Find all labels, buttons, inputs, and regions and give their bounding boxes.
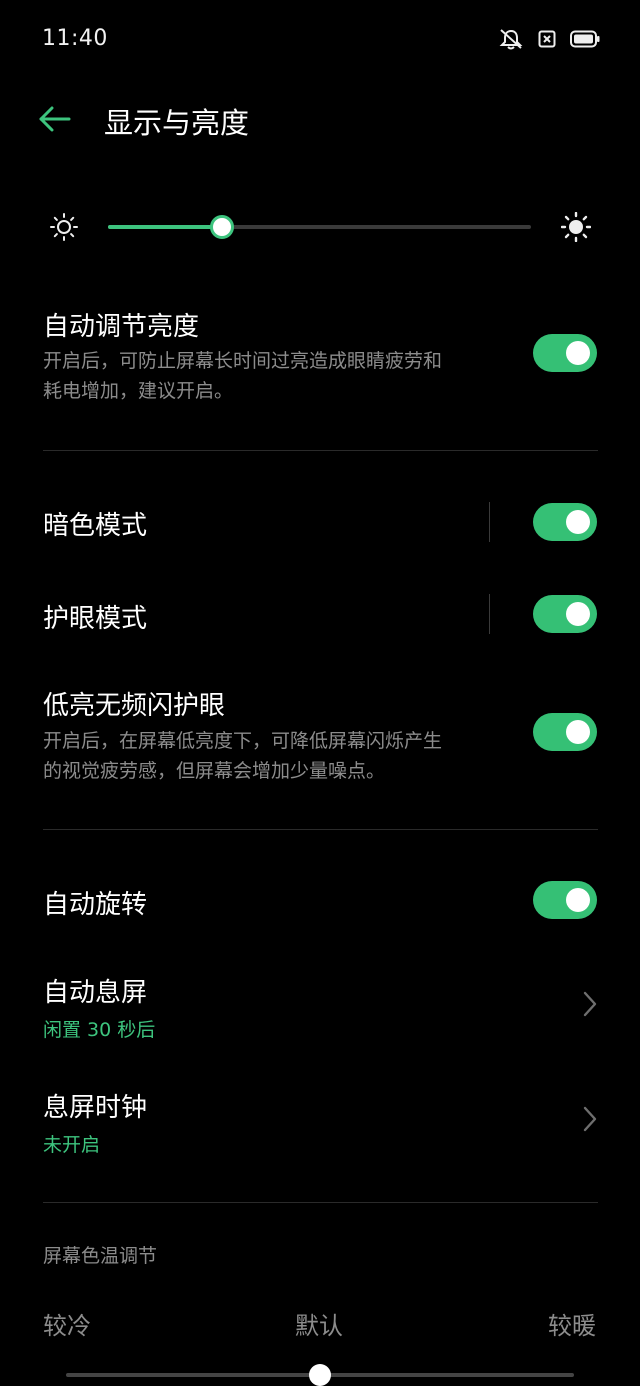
screen-timeout-title[interactable]: 自动息屏 — [43, 972, 147, 1009]
brightness-slider[interactable] — [108, 215, 531, 239]
color-temp-warm-label: 较暖 — [548, 1312, 596, 1340]
auto-brightness-title: 自动调节亮度 — [43, 312, 200, 342]
color-temp-section-title: 屏幕色温调节 — [43, 1245, 158, 1267]
color-temp-knob[interactable] — [309, 1364, 331, 1386]
dark-mode-title: 暗色模式 — [43, 511, 148, 541]
auto-rotate-toggle[interactable] — [533, 881, 597, 919]
dc-dimming-desc-2: 的视觉疲劳感，但屏幕会增加少量噪点。 — [43, 760, 386, 782]
divider — [43, 450, 598, 451]
back-arrow-icon[interactable] — [38, 104, 72, 134]
sun-large-icon — [561, 212, 591, 242]
brightness-knob[interactable] — [210, 215, 235, 239]
dc-dimming-desc-1: 开启后，在屏幕低亮度下，可降低屏幕闪烁产生 — [43, 730, 443, 752]
screen-timeout-value: 闲置 30 秒后 — [43, 1019, 156, 1041]
auto-brightness-desc-1: 开启后，可防止屏幕长时间过亮造成眼睛疲劳和 — [43, 350, 443, 372]
dc-dimming-toggle[interactable] — [533, 713, 597, 751]
color-temp-slider[interactable] — [66, 1364, 574, 1386]
dark-mode-toggle[interactable] — [533, 503, 597, 541]
auto-rotate-title: 自动旋转 — [43, 890, 148, 920]
sun-small-icon — [50, 213, 78, 241]
vertical-divider — [489, 594, 490, 634]
auto-brightness-toggle[interactable] — [533, 334, 597, 372]
eye-care-title: 护眼模式 — [43, 604, 148, 634]
status-time: 11:40 — [42, 26, 108, 51]
mute-icon — [499, 29, 523, 50]
auto-brightness-desc-2: 耗电增加，建议开启。 — [43, 380, 234, 402]
eye-care-toggle[interactable] — [533, 595, 597, 633]
chevron-right-icon[interactable] — [580, 1104, 600, 1134]
divider — [43, 829, 598, 830]
dc-dimming-title: 低亮无频闪护眼 — [43, 691, 226, 721]
divider — [43, 1202, 598, 1203]
sim-icon — [538, 30, 556, 48]
vertical-divider — [489, 502, 490, 542]
chevron-right-icon[interactable] — [580, 989, 600, 1019]
color-temp-default-label: 默认 — [295, 1312, 343, 1340]
color-temp-cold-label: 较冷 — [43, 1312, 91, 1340]
aod-clock-value: 未开启 — [43, 1134, 101, 1156]
status-icons — [498, 28, 600, 50]
aod-clock-title[interactable]: 息屏时钟 — [43, 1087, 147, 1124]
brightness-fill — [108, 225, 223, 229]
battery-icon — [570, 30, 600, 48]
page-title: 显示与亮度 — [104, 106, 250, 140]
